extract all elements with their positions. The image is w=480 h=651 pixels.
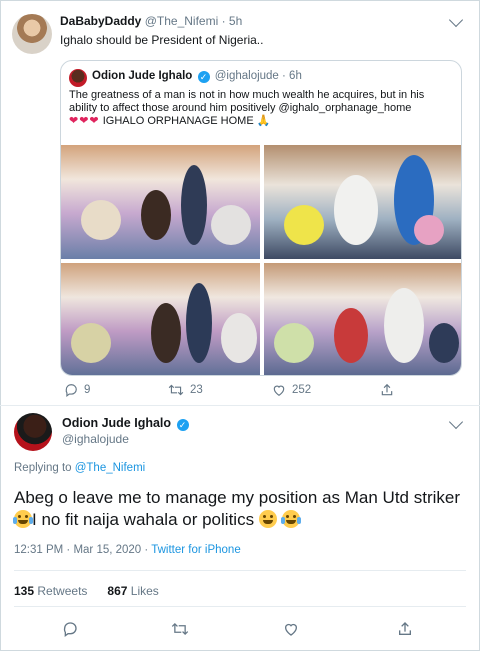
likes-stat[interactable]: 867 Likes [107, 584, 158, 598]
tweet-text: Ighalo should be President of Nigeria.. [60, 33, 264, 47]
quoted-author-handle: @ighalojude [214, 70, 279, 82]
verified-icon: ✓ [197, 71, 210, 83]
replying-to: Replying to @The_Nifemi [14, 462, 145, 474]
share-action[interactable] [380, 383, 400, 397]
winking-tongue-emoji [258, 510, 277, 528]
quoted-actions: 9 23 252 [60, 383, 462, 399]
tears-of-joy-emoji [13, 510, 33, 528]
divider [14, 606, 466, 607]
reply-author-name-row: Odion Jude Ighalo ✓ [62, 416, 191, 431]
like-icon [273, 385, 285, 396]
heart-emojis: ❤❤❤ [69, 115, 100, 127]
like-count: 252 [292, 384, 312, 397]
reply-text-part1: Abeg o leave me to manage my position as… [14, 488, 460, 507]
likes-label: Likes [130, 584, 159, 598]
reply-icon[interactable] [62, 621, 78, 637]
quoted-header: Odion Jude Ighalo ✓ @ighalojude · 6h [92, 70, 302, 83]
quoted-text: The greatness of a man is not in how muc… [69, 89, 455, 128]
reply-actions [0, 621, 480, 639]
reply-text: Abeg o leave me to manage my position as… [13, 487, 464, 531]
verified-icon: ✓ [176, 419, 189, 431]
tweet-timestamp[interactable]: 12:31 PM · Mar 15, 2020 · [14, 544, 151, 556]
reply-action[interactable]: 9 [64, 383, 90, 397]
retweet-count: 23 [190, 384, 203, 397]
like-action[interactable]: 252 [272, 383, 311, 397]
reply-count: 9 [84, 384, 91, 397]
quoted-tail: IGHALO ORPHANAGE HOME 🙏 [99, 115, 271, 127]
retweets-label: Retweets [37, 584, 88, 598]
replying-to-link[interactable]: @The_Nifemi [75, 462, 145, 474]
retweet-icon [168, 384, 184, 396]
tweet-time[interactable]: · 5h [222, 14, 243, 28]
top-tweet-header: DaBabyDaddy @The_Nifemi · 5h [60, 14, 242, 28]
avatar [69, 69, 87, 87]
tweet-stats: 135 Retweets 867 Likes [14, 584, 159, 598]
photo-1[interactable] [61, 145, 260, 259]
quoted-time: · 6h [282, 70, 302, 82]
photo-3[interactable] [61, 263, 260, 375]
reply-author-handle[interactable]: @ighalojude [62, 432, 129, 446]
retweet-action[interactable]: 23 [168, 383, 203, 397]
tweet-source[interactable]: Twitter for iPhone [151, 544, 240, 556]
author-handle[interactable]: @The_Nifemi [145, 14, 219, 28]
retweets-stat[interactable]: 135 Retweets [14, 584, 87, 598]
share-icon [381, 383, 393, 396]
likes-count: 867 [107, 584, 128, 598]
divider [14, 570, 466, 571]
retweet-icon[interactable] [171, 621, 189, 637]
reply-icon [65, 384, 77, 397]
quoted-body: The greatness of a man is not in how muc… [69, 89, 425, 114]
avatar[interactable] [14, 413, 52, 451]
photo-grid [61, 145, 461, 375]
replying-prefix: Replying to [14, 462, 75, 474]
avatar[interactable] [12, 14, 52, 54]
author-name[interactable]: DaBabyDaddy [60, 14, 141, 28]
quoted-author-name: Odion Jude Ighalo [92, 70, 193, 82]
reply-text-part2: I no fit naija wahala or politics [32, 510, 259, 529]
photo-2[interactable] [264, 145, 461, 259]
like-icon[interactable] [283, 621, 299, 637]
reply-author-name[interactable]: Odion Jude Ighalo [62, 416, 171, 430]
photo-4[interactable] [264, 263, 461, 375]
share-icon[interactable] [397, 621, 413, 637]
quoted-tweet[interactable]: Odion Jude Ighalo ✓ @ighalojude · 6h The… [60, 60, 462, 376]
divider [0, 405, 480, 406]
tweet-meta: 12:31 PM · Mar 15, 2020 · Twitter for iP… [14, 544, 241, 556]
retweets-count: 135 [14, 584, 35, 598]
tears-of-joy-emoji [280, 510, 301, 528]
